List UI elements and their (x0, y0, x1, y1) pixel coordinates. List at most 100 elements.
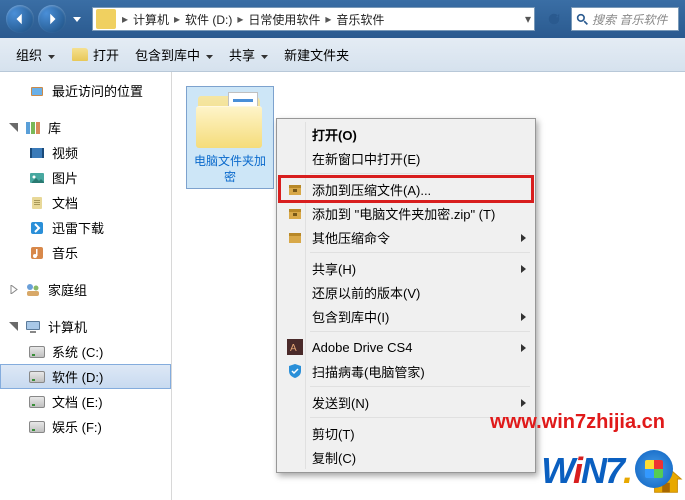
ctx-label: 包含到库中(I) (312, 307, 389, 326)
address-dropdown[interactable]: ▾ (522, 12, 534, 26)
breadcrumb-sep[interactable]: ▸ (171, 12, 183, 26)
collapse-icon[interactable] (8, 322, 18, 332)
breadcrumb-drive-d[interactable]: 软件 (D:) (183, 11, 234, 28)
folder-icon (96, 9, 116, 29)
sidebar-item-xunlei[interactable]: 迅雷下载 (0, 215, 171, 240)
sidebar-item-homegroup[interactable]: 家庭组 (0, 277, 171, 302)
search-input[interactable]: 搜索 音乐软件 (571, 7, 679, 31)
ctx-label: 添加到 "电脑文件夹加密.zip" (T) (312, 204, 495, 223)
breadcrumb-daily-software[interactable]: 日常使用软件 (246, 11, 322, 28)
sidebar-item-libraries[interactable]: 库 (0, 115, 171, 140)
arrow-right-icon (45, 12, 59, 26)
submenu-arrow-icon (521, 395, 526, 410)
share-button[interactable]: 共享 (221, 41, 276, 68)
ctx-scan-virus[interactable]: 扫描病毒(电脑管家) (280, 359, 532, 383)
ctx-separator (310, 173, 530, 174)
sidebar-label: 库 (48, 118, 61, 137)
ctx-separator (310, 386, 530, 387)
breadcrumb-sep[interactable]: ▸ (322, 12, 334, 26)
newfolder-label: 新建文件夹 (284, 45, 349, 64)
ctx-label: 复制(C) (312, 448, 356, 467)
drive-icon (28, 393, 46, 411)
sidebar-item-drive-f[interactable]: 娱乐 (F:) (0, 414, 171, 439)
ctx-label: 添加到压缩文件(A)... (312, 180, 431, 199)
ctx-label: 其他压缩命令 (312, 228, 390, 247)
ctx-separator (310, 252, 530, 253)
library-icon (24, 119, 42, 137)
breadcrumb-music-software[interactable]: 音乐软件 (334, 11, 386, 28)
sidebar-item-music[interactable]: 音乐 (0, 240, 171, 265)
new-folder-button[interactable]: 新建文件夹 (276, 41, 357, 68)
computer-icon (24, 318, 42, 336)
ctx-open[interactable]: 打开(O) (280, 122, 532, 146)
drive-icon (28, 343, 46, 361)
video-icon (28, 144, 46, 162)
sidebar-item-drive-c[interactable]: 系统 (C:) (0, 339, 171, 364)
ctx-add-to-archive[interactable]: 添加到压缩文件(A)... (280, 177, 532, 201)
navigation-sidebar: 最近访问的位置 库 视频 图片 文档 迅雷下载 音乐 (0, 72, 172, 500)
sidebar-item-documents[interactable]: 文档 (0, 190, 171, 215)
open-icon (71, 46, 89, 64)
organize-button[interactable]: 组织 (8, 41, 63, 68)
svg-text:A: A (290, 343, 297, 354)
ctx-include-in-library[interactable]: 包含到库中(I) (280, 304, 532, 328)
sidebar-label: 娱乐 (F:) (52, 417, 102, 436)
sidebar-item-computer[interactable]: 计算机 (0, 314, 171, 339)
open-label: 打开 (93, 45, 119, 64)
nav-history-dropdown[interactable] (70, 5, 84, 33)
chevron-down-icon (48, 47, 55, 62)
recent-icon (28, 82, 46, 100)
breadcrumb-sep[interactable]: ▸ (234, 12, 246, 26)
chevron-down-icon (261, 47, 268, 62)
ctx-other-compress[interactable]: 其他压缩命令 (280, 225, 532, 249)
ctx-label: 在新窗口中打开(E) (312, 149, 420, 168)
sidebar-item-recent[interactable]: 最近访问的位置 (0, 78, 171, 103)
archive-icon (286, 180, 304, 198)
include-library-button[interactable]: 包含到库中 (127, 41, 221, 68)
sidebar-label: 计算机 (48, 317, 87, 336)
sidebar-label: 家庭组 (48, 280, 87, 299)
organize-label: 组织 (16, 45, 42, 64)
collapse-icon[interactable] (8, 123, 18, 133)
homegroup-icon (24, 281, 42, 299)
refresh-button[interactable] (543, 8, 565, 30)
shield-icon (286, 362, 304, 380)
sidebar-label: 最近访问的位置 (52, 81, 143, 100)
ctx-adobe-drive[interactable]: A Adobe Drive CS4 (280, 335, 532, 359)
sidebar-item-drive-d[interactable]: 软件 (D:) (0, 364, 171, 389)
expand-icon[interactable] (8, 285, 18, 295)
nav-forward-button[interactable] (38, 5, 66, 33)
breadcrumb-sep[interactable]: ▸ (119, 12, 131, 26)
folder-item-encrypted[interactable]: 电脑文件夹加密 (186, 86, 274, 189)
sidebar-item-pictures[interactable]: 图片 (0, 165, 171, 190)
ctx-open-new-window[interactable]: 在新窗口中打开(E) (280, 146, 532, 170)
watermark-logo: WiN7. (541, 450, 673, 492)
ctx-separator (310, 331, 530, 332)
open-button[interactable]: 打开 (63, 41, 127, 68)
sidebar-label: 音乐 (52, 243, 78, 262)
include-label: 包含到库中 (135, 45, 200, 64)
ctx-share[interactable]: 共享(H) (280, 256, 532, 280)
pictures-icon (28, 169, 46, 187)
address-bar[interactable]: ▸ 计算机 ▸ 软件 (D:) ▸ 日常使用软件 ▸ 音乐软件 ▾ (92, 7, 535, 31)
submenu-arrow-icon (521, 230, 526, 245)
drive-icon (28, 418, 46, 436)
music-icon (28, 244, 46, 262)
search-placeholder: 搜索 音乐软件 (592, 11, 667, 28)
arrow-left-icon (13, 12, 27, 26)
share-label: 共享 (229, 45, 255, 64)
chevron-down-icon (73, 17, 81, 22)
ctx-copy[interactable]: 复制(C) (280, 445, 532, 469)
sidebar-item-videos[interactable]: 视频 (0, 140, 171, 165)
ctx-label: 打开(O) (312, 125, 357, 144)
ctx-label: 扫描病毒(电脑管家) (312, 362, 425, 381)
sidebar-item-drive-e[interactable]: 文档 (E:) (0, 389, 171, 414)
ctx-restore-previous[interactable]: 还原以前的版本(V) (280, 280, 532, 304)
folder-label: 电脑文件夹加密 (190, 154, 270, 185)
breadcrumb-computer[interactable]: 计算机 (131, 11, 171, 28)
titlebar: ▸ 计算机 ▸ 软件 (D:) ▸ 日常使用软件 ▸ 音乐软件 ▾ 搜索 音乐软… (0, 0, 685, 38)
sidebar-label: 迅雷下载 (52, 218, 104, 237)
nav-back-button[interactable] (6, 5, 34, 33)
refresh-icon (547, 12, 561, 26)
ctx-add-to-named-zip[interactable]: 添加到 "电脑文件夹加密.zip" (T) (280, 201, 532, 225)
